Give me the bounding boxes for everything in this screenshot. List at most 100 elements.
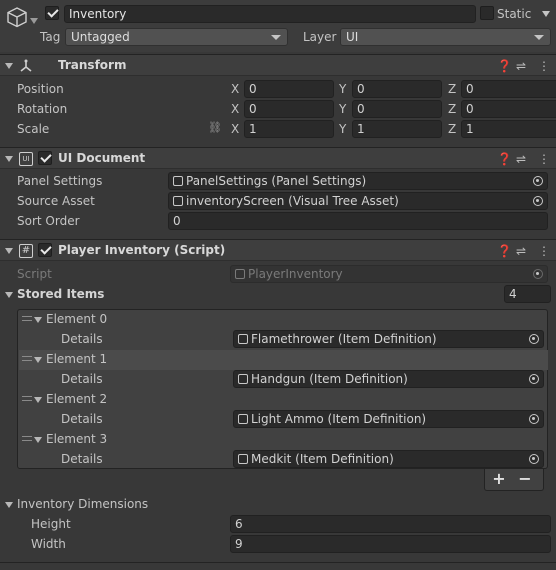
object-picker-icon[interactable] [529,454,539,464]
stored-items-size-input[interactable]: 4 [504,285,551,303]
ui-document-icon: UI [19,152,33,166]
element-label[interactable]: Element 2 [46,392,107,406]
script-asset-icon [235,269,245,279]
foldout-arrow-icon[interactable] [5,63,13,69]
foldout-arrow-icon[interactable] [5,156,13,162]
sort-order-input[interactable]: 0 [168,212,548,230]
drag-handle-icon[interactable] [22,316,32,321]
help-icon[interactable]: ❓ [497,59,512,73]
element-label[interactable]: Element 1 [46,352,107,366]
gameobject-name-input[interactable]: Inventory [64,5,476,23]
player-inventory-enabled-checkbox[interactable] [38,243,52,257]
axis-label-x[interactable]: X [231,102,239,116]
object-picker-icon[interactable] [529,374,539,384]
element-foldout-icon[interactable] [34,357,42,363]
axis-label-z[interactable]: Z [448,82,456,96]
details-label: Details [61,332,103,346]
details-value: Light Ammo (Item Definition) [251,412,427,426]
element-foldout-icon[interactable] [34,397,42,403]
object-picker-icon[interactable] [533,176,543,186]
panel-settings-field[interactable]: PanelSettings (Panel Settings) [168,172,548,190]
details-object-field[interactable]: Light Ammo (Item Definition) [233,410,544,428]
details-object-field[interactable]: Medkit (Item Definition) [233,450,544,468]
constrain-proportions-icon[interactable]: ⛓ [208,121,222,134]
static-checkbox[interactable] [480,6,494,20]
item-definition-asset-icon [238,454,248,464]
panel-settings-label: Panel Settings [17,174,103,188]
transform-header[interactable]: Transform ❓ ⇌ ⋮ [0,54,556,76]
height-input[interactable]: 6 [230,515,551,533]
element-label[interactable]: Element 0 [46,312,107,326]
transform-scale-z-input[interactable]: 1 [461,120,556,138]
stored-items-label[interactable]: Stored Items [17,287,104,301]
height-label: Height [31,517,71,531]
presets-icon[interactable]: ⇌ [516,152,526,166]
script-label: Script [17,267,52,281]
layer-dropdown[interactable]: UI [340,28,551,46]
element-label[interactable]: Element 3 [46,432,107,446]
ui-document-header[interactable]: UI UI Document ❓ ⇌ ⋮ [0,147,556,169]
details-label: Details [61,412,103,426]
tag-dropdown[interactable]: Untagged [65,28,288,46]
details-value: Medkit (Item Definition) [251,452,394,466]
ui-document-title: UI Document [58,151,146,165]
gameobject-cube-icon [7,7,27,28]
transform-rotation-y-input[interactable]: 0 [352,100,442,118]
static-label: Static [497,7,532,21]
transform-scale-x-input[interactable]: 1 [244,120,334,138]
sort-order-label: Sort Order [17,214,80,228]
player-inventory-header[interactable]: # Player Inventory (Script) ❓ ⇌ ⋮ [0,239,556,261]
chevron-down-icon [271,35,281,40]
details-value: Flamethrower (Item Definition) [251,332,437,346]
tag-value: Untagged [71,30,130,44]
element-foldout-icon[interactable] [34,437,42,443]
script-icon: # [19,244,33,258]
icon-dropdown-icon[interactable] [30,18,38,24]
transform-rotation-label: Rotation [17,102,68,116]
foldout-arrow-icon[interactable] [5,248,13,254]
add-element-button[interactable]: + [486,470,512,490]
object-picker-icon[interactable] [529,414,539,424]
help-icon[interactable]: ❓ [497,244,512,258]
inventory-dimensions-foldout-icon[interactable] [5,502,13,508]
width-input[interactable]: 9 [230,535,551,553]
details-object-field[interactable]: Handgun (Item Definition) [233,370,544,388]
more-options-icon[interactable]: ⋮ [538,59,550,73]
source-asset-field[interactable]: inventoryScreen (Visual Tree Asset) [168,192,548,210]
remove-element-button[interactable]: − [512,470,538,490]
axis-label-y[interactable]: Y [339,82,346,96]
ui-document-enabled-checkbox[interactable] [38,151,52,165]
details-object-field[interactable]: Flamethrower (Item Definition) [233,330,544,348]
object-picker-icon[interactable] [529,334,539,344]
inventory-dimensions-label[interactable]: Inventory Dimensions [17,497,148,511]
transform-title: Transform [58,58,127,72]
active-checkbox[interactable] [45,6,59,20]
axis-label-z[interactable]: Z [448,122,456,136]
presets-icon[interactable]: ⇌ [516,59,526,73]
help-icon[interactable]: ❓ [497,152,512,166]
details-value: Handgun (Item Definition) [251,372,408,386]
drag-handle-icon[interactable] [22,356,32,361]
transform-rotation-x-input[interactable]: 0 [244,100,334,118]
static-dropdown-icon[interactable] [542,11,550,17]
axis-label-y[interactable]: Y [339,122,346,136]
more-options-icon[interactable]: ⋮ [538,244,550,258]
element-foldout-icon[interactable] [34,317,42,323]
stored-items-foldout-icon[interactable] [5,292,13,298]
drag-handle-icon[interactable] [22,436,32,441]
drag-handle-icon[interactable] [22,396,32,401]
layer-label: Layer [303,30,337,44]
more-options-icon[interactable]: ⋮ [538,152,550,166]
transform-position-z-input[interactable]: 0 [461,80,556,98]
object-picker-icon[interactable] [533,196,543,206]
axis-label-y[interactable]: Y [339,102,346,116]
transform-position-y-input[interactable]: 0 [352,80,442,98]
axis-label-x[interactable]: X [231,122,239,136]
axis-label-z[interactable]: Z [448,102,456,116]
transform-rotation-z-input[interactable]: 0 [461,100,556,118]
axis-label-x[interactable]: X [231,82,239,96]
bottom-divider [0,562,556,563]
transform-scale-y-input[interactable]: 1 [352,120,442,138]
transform-position-x-input[interactable]: 0 [244,80,334,98]
presets-icon[interactable]: ⇌ [516,244,526,258]
